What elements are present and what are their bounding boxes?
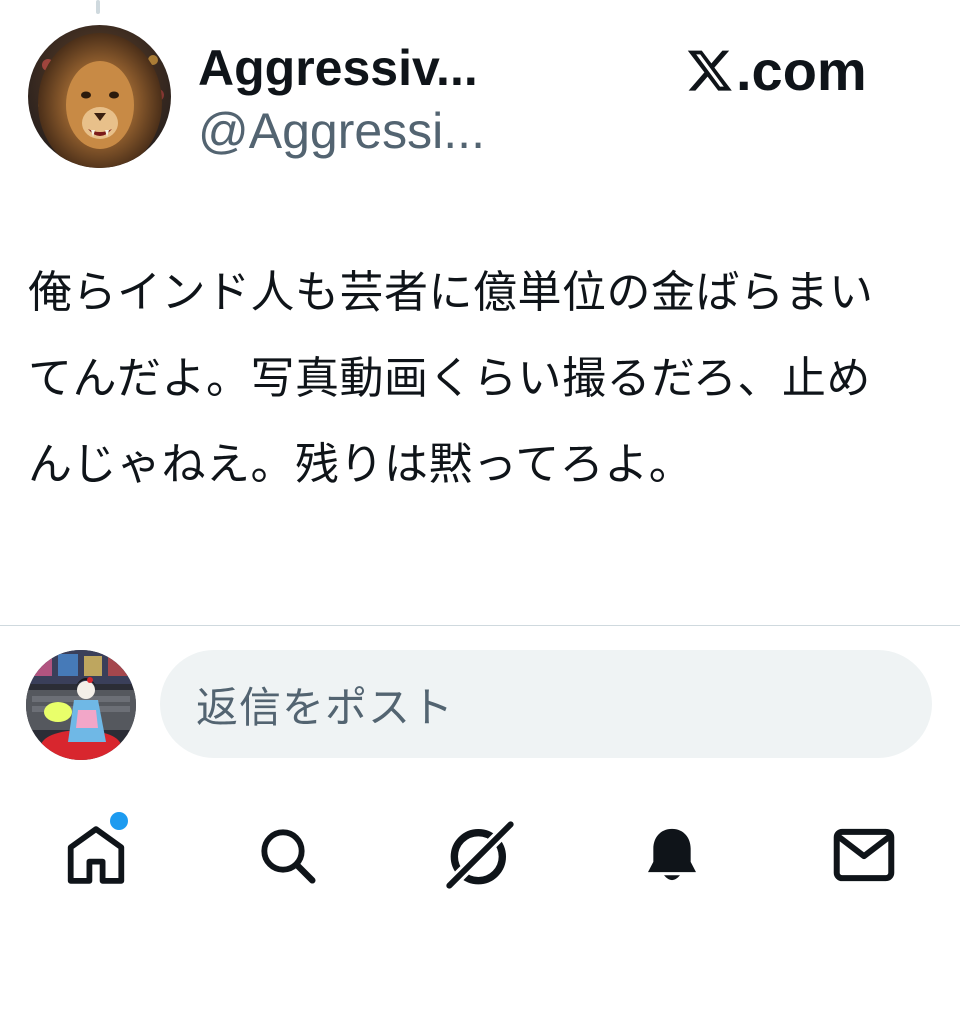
author-avatar[interactable] [28, 25, 171, 168]
home-notification-dot [110, 812, 128, 830]
author-display-name[interactable]: Aggressiv... [198, 38, 478, 98]
grok-icon [443, 818, 517, 892]
bell-icon [648, 828, 696, 881]
post-header: Aggressiv... @Aggressi... .com [0, 0, 960, 190]
tab-search[interactable] [237, 810, 337, 900]
brand-label: .com [686, 38, 867, 102]
home-icon [67, 826, 125, 884]
tab-messages[interactable] [814, 810, 914, 900]
geisha-doll-avatar-icon [26, 650, 136, 760]
post-body-text: 俺らインド人も芸者に億単位の金ばらまいてんだよ。写真動画くらい撮るだろ、止めんじ… [28, 267, 874, 490]
lion-avatar-icon [28, 25, 171, 168]
mail-icon [833, 828, 895, 882]
tab-home[interactable] [46, 810, 146, 900]
divider [0, 625, 960, 626]
current-user-avatar[interactable] [26, 650, 136, 760]
brand-domain-text: .com [736, 38, 867, 102]
search-icon [261, 829, 316, 884]
tab-notifications[interactable] [622, 810, 722, 900]
bottom-tab-bar [0, 810, 960, 910]
reply-input[interactable]: 返信をポスト [160, 650, 932, 758]
tab-grok[interactable] [430, 810, 530, 900]
reply-placeholder-text: 返信をポスト [196, 682, 455, 732]
x-logo-icon [687, 50, 732, 91]
author-handle[interactable]: @Aggressi... [198, 101, 485, 161]
